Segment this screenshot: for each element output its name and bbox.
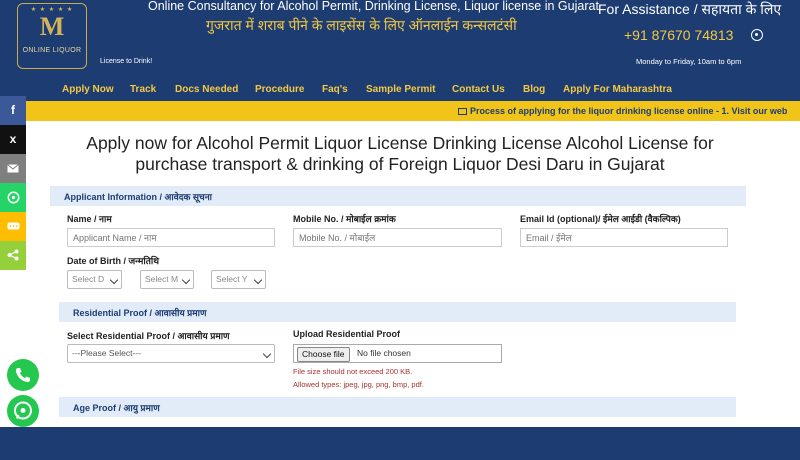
sms-share-icon[interactable] bbox=[0, 212, 26, 241]
residential-section-header: Residential Proof / आवासीय प्रमाण bbox=[59, 302, 736, 322]
residential-proof-select[interactable]: ---Please Select--- bbox=[67, 344, 275, 363]
whatsapp-icon[interactable] bbox=[751, 29, 763, 41]
nav-faqs[interactable]: Faq's bbox=[322, 84, 348, 95]
dob-year-value: Select Y bbox=[216, 274, 248, 284]
age-section-title: Age Proof / आयु प्रमाण bbox=[73, 403, 160, 413]
upload-residential-label: Upload Residential Proof bbox=[293, 329, 401, 339]
facebook-share-icon[interactable]: f bbox=[0, 96, 26, 125]
dob-month-select[interactable]: Select M bbox=[140, 270, 194, 289]
email-share-icon[interactable] bbox=[0, 154, 26, 183]
choose-file-button[interactable]: Choose file bbox=[297, 347, 350, 362]
whatsapp-share-icon[interactable] bbox=[0, 183, 26, 212]
page-title: Apply now for Alcohol Permit Liquor Lice… bbox=[86, 133, 714, 174]
email-input[interactable] bbox=[520, 228, 728, 247]
logo-tagline: License to Drink! bbox=[100, 58, 153, 65]
phone-icon bbox=[16, 368, 30, 382]
office-hours: Monday to Friday, 10am to 6pm bbox=[636, 57, 742, 66]
bottom-bar bbox=[0, 427, 800, 460]
site-title-hindi: गुजरात में शराब पीने के लाइसेंस के लिए ऑ… bbox=[206, 17, 517, 33]
applicant-section-header: Applicant Information / आवेदक सूचना bbox=[50, 186, 746, 206]
chevron-down-icon bbox=[253, 275, 263, 285]
ticker-text: Process of applying for the liquor drink… bbox=[470, 106, 788, 116]
nav-contact-us[interactable]: Contact Us bbox=[452, 84, 505, 95]
chevron-down-icon bbox=[109, 275, 119, 285]
name-input[interactable] bbox=[67, 228, 275, 247]
dob-day-select[interactable]: Select D bbox=[67, 270, 122, 289]
assistance-phone[interactable]: +91 87670 74813 bbox=[624, 27, 733, 43]
nav-docs-needed[interactable]: Docs Needed bbox=[175, 84, 238, 95]
whatsapp-icon bbox=[14, 401, 32, 420]
call-button[interactable] bbox=[7, 359, 39, 391]
chevron-down-icon bbox=[262, 349, 272, 359]
file-types-note: Allowed types: jpeg, jpg, png, bmp, pdf. bbox=[293, 380, 424, 389]
chevron-down-icon bbox=[181, 275, 191, 285]
name-label: Name / नाम bbox=[67, 214, 112, 224]
news-ticker: Process of applying for the liquor drink… bbox=[26, 101, 800, 121]
mobile-label: Mobile No. / मोबाईल क्रमांक bbox=[293, 214, 396, 224]
dob-month-value: Select M bbox=[145, 274, 179, 284]
dob-year-select[interactable]: Select Y bbox=[211, 270, 266, 289]
logo-monogram-icon: M bbox=[39, 12, 65, 41]
dob-label: Date of Birth / जन्मतिथि bbox=[67, 256, 159, 266]
share-icon[interactable] bbox=[0, 241, 26, 270]
file-size-note: File size should not exceed 200 KB. bbox=[293, 367, 413, 376]
site-header: ★ ★ ★ ★ ★ M ONLINE LIQUOR License to Dri… bbox=[0, 0, 800, 80]
nav-sample-permit[interactable]: Sample Permit bbox=[366, 84, 435, 95]
nav-blog[interactable]: Blog bbox=[523, 84, 545, 95]
dob-day-value: Select D bbox=[72, 274, 105, 284]
site-logo[interactable]: ★ ★ ★ ★ ★ M ONLINE LIQUOR bbox=[17, 3, 87, 69]
residential-file-input: Choose file No file chosen bbox=[293, 344, 502, 363]
twitter-share-icon[interactable]: x bbox=[0, 125, 26, 154]
nav-track[interactable]: Track bbox=[130, 84, 156, 95]
nav-apply-maharashtra[interactable]: Apply For Maharashtra bbox=[563, 84, 672, 95]
email-label: Email Id (optional)/ ईमेल आईडी (वैकल्पिक… bbox=[520, 214, 681, 224]
news-icon bbox=[458, 108, 467, 115]
file-status: No file chosen bbox=[357, 348, 411, 358]
residential-section-title: Residential Proof / आवासीय प्रमाण bbox=[73, 308, 207, 318]
main-nav: Apply Now Track Docs Needed Procedure Fa… bbox=[0, 80, 800, 101]
nav-procedure[interactable]: Procedure bbox=[255, 84, 304, 95]
logo-text: ONLINE LIQUOR bbox=[22, 47, 82, 54]
residential-proof-label: Select Residential Proof / आवासीय प्रमाण bbox=[67, 331, 230, 341]
whatsapp-chat-button[interactable] bbox=[7, 395, 39, 427]
assistance-label: For Assistance / सहायता के लिए bbox=[598, 1, 782, 17]
ticker-message[interactable]: Process of applying for the liquor drink… bbox=[458, 106, 787, 116]
age-section-header: Age Proof / आयु प्रमाण bbox=[59, 397, 736, 417]
residential-proof-value: ---Please Select--- bbox=[72, 348, 141, 358]
site-title-english: Online Consultancy for Alcohol Permit, D… bbox=[148, 0, 599, 13]
mobile-input[interactable] bbox=[293, 228, 502, 247]
nav-apply-now[interactable]: Apply Now bbox=[62, 84, 114, 95]
applicant-section-title: Applicant Information / आवेदक सूचना bbox=[64, 192, 213, 202]
